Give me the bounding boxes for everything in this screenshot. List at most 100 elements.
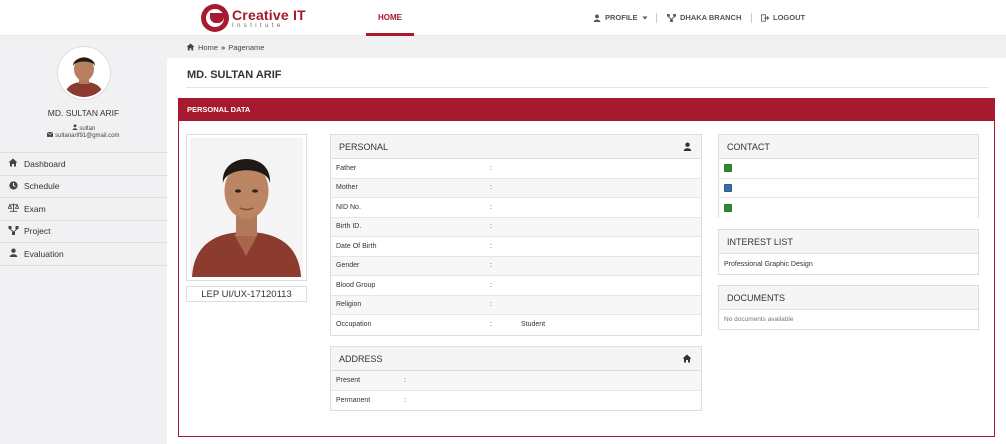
address-row-present: Present: (331, 371, 701, 391)
nav-profile-label: PROFILE (605, 13, 638, 22)
address-title: ADDRESS (339, 353, 383, 364)
row-colon: : (490, 164, 492, 172)
contact-box: CONTACT (718, 134, 979, 218)
contact-row-phone (719, 159, 978, 179)
row-value: Student (521, 321, 546, 329)
personal-row-gender: Gender: (331, 256, 701, 276)
row-label: NID No. (336, 203, 361, 211)
row-label: Blood Group (336, 281, 376, 289)
row-label: Date Of Birth (336, 242, 377, 250)
personal-row-occupation: Occupation: Student (331, 315, 701, 335)
sidebar-menu: Dashboard Schedule Exam Project Evaluati… (0, 152, 167, 266)
top-navbar: Creative IT Institute HOME PROFILE DHAKA… (0, 0, 1006, 36)
logo-title: Creative IT (232, 6, 306, 23)
personal-title: PERSONAL (339, 141, 389, 152)
nav-divider (656, 13, 657, 23)
personal-row-mother: Mother: (331, 178, 701, 198)
nav-home[interactable]: HOME (366, 0, 414, 36)
check-icon (724, 203, 732, 212)
sidebar-item-schedule[interactable]: Schedule (0, 176, 167, 198)
sidebar-item-label: Schedule (24, 181, 60, 192)
row-colon: : (490, 184, 492, 192)
clock-icon (8, 181, 18, 192)
user-name: MD. SULTAN ARIF (47, 108, 120, 118)
breadcrumb-separator-icon: » (221, 42, 226, 52)
row-label: Birth ID. (336, 223, 362, 231)
personal-row-dob: Date Of Birth: (331, 237, 701, 257)
address-header: ADDRESS (331, 347, 701, 371)
user-icon (683, 142, 692, 151)
personal-header: PERSONAL (331, 135, 701, 159)
nav-branch-label: DHAKA BRANCH (680, 13, 742, 22)
contact-row-extra (719, 198, 978, 218)
sidebar-item-evaluation[interactable]: Evaluation (0, 243, 167, 266)
row-label: Permanent (336, 396, 371, 404)
row-label: Father (336, 164, 357, 172)
documents-empty: No documents available (724, 316, 794, 323)
breadcrumb-current: Pagename (228, 42, 265, 52)
interest-title: INTEREST LIST (727, 236, 793, 247)
documents-header: DOCUMENTS (719, 286, 978, 310)
logo-subtitle: Institute (232, 22, 284, 29)
row-colon: : (490, 242, 492, 250)
avatar[interactable] (58, 47, 110, 99)
personal-row-nid: NID No.: (331, 198, 701, 218)
row-label: Religion (336, 301, 362, 309)
brand-logo[interactable]: Creative IT Institute (201, 4, 306, 32)
contact-header: CONTACT (719, 135, 978, 159)
sidebar-item-exam[interactable]: Exam (0, 198, 167, 221)
personal-row-blood-group: Blood Group: (331, 276, 701, 296)
sidebar-item-label: Exam (24, 203, 46, 214)
personal-box: PERSONAL Father: Mother: NID No.: Birth … (330, 134, 702, 336)
sidebar-item-dashboard[interactable]: Dashboard (0, 153, 167, 176)
row-colon: : (490, 262, 492, 270)
row-colon: : (490, 223, 492, 231)
personal-row-religion: Religion: (331, 295, 701, 315)
nav-branch[interactable]: DHAKA BRANCH (667, 0, 741, 36)
documents-title: DOCUMENTS (727, 292, 785, 303)
phone-icon (724, 164, 732, 173)
personal-rows: Father: Mother: NID No.: Birth ID.: Date… (331, 159, 701, 335)
dashboard-icon (8, 158, 18, 169)
row-colon: : (404, 396, 406, 404)
interest-item: Professional Graphic Design (724, 261, 813, 268)
profile-photo (190, 138, 303, 277)
row-label: Gender (336, 262, 360, 270)
nav-divider (751, 13, 752, 23)
nav-logout-label: LOGOUT (773, 13, 806, 22)
user-icon (8, 248, 18, 259)
personal-row-father: Father: (331, 159, 701, 179)
row-colon: : (404, 376, 406, 384)
sitemap-icon (667, 14, 676, 22)
documents-box: DOCUMENTS No documents available (718, 285, 979, 330)
title-divider (186, 87, 989, 88)
personal-row-birth-id: Birth ID.: (331, 217, 701, 237)
row-colon: : (490, 203, 492, 211)
profile-photo-frame (186, 134, 307, 281)
panel-title: PERSONAL DATA (179, 99, 994, 121)
nav-profile[interactable]: PROFILE (593, 0, 648, 36)
caret-down-icon (642, 16, 648, 20)
breadcrumb-home[interactable]: Home (198, 43, 218, 52)
nav-logout[interactable]: LOGOUT (761, 0, 805, 36)
breadcrumb: Home » Pagename (167, 36, 1006, 58)
sidebar-item-project[interactable]: Project (0, 221, 167, 243)
row-colon: : (490, 281, 492, 289)
home-icon (682, 354, 692, 363)
sidebar: MD. SULTAN ARIF sultan sultanarif91@gmai… (0, 36, 167, 444)
address-row-permanent: Permanent: (331, 390, 701, 410)
row-label: Occupation (336, 321, 372, 329)
row-label: Mother (336, 184, 358, 192)
user-icon (593, 14, 601, 22)
contact-row-email (719, 178, 978, 198)
row-colon: : (490, 321, 492, 329)
logo-icon (201, 4, 229, 32)
balance-scale-icon (7, 203, 20, 214)
logout-icon (761, 14, 769, 22)
user-handle: sultan (0, 124, 167, 132)
sidebar-item-label: Project (24, 226, 51, 237)
contact-title: CONTACT (727, 141, 770, 152)
avatar-photo (60, 49, 108, 97)
interest-box: INTEREST LIST Professional Graphic Desig… (718, 229, 979, 275)
user-icon (72, 124, 78, 130)
